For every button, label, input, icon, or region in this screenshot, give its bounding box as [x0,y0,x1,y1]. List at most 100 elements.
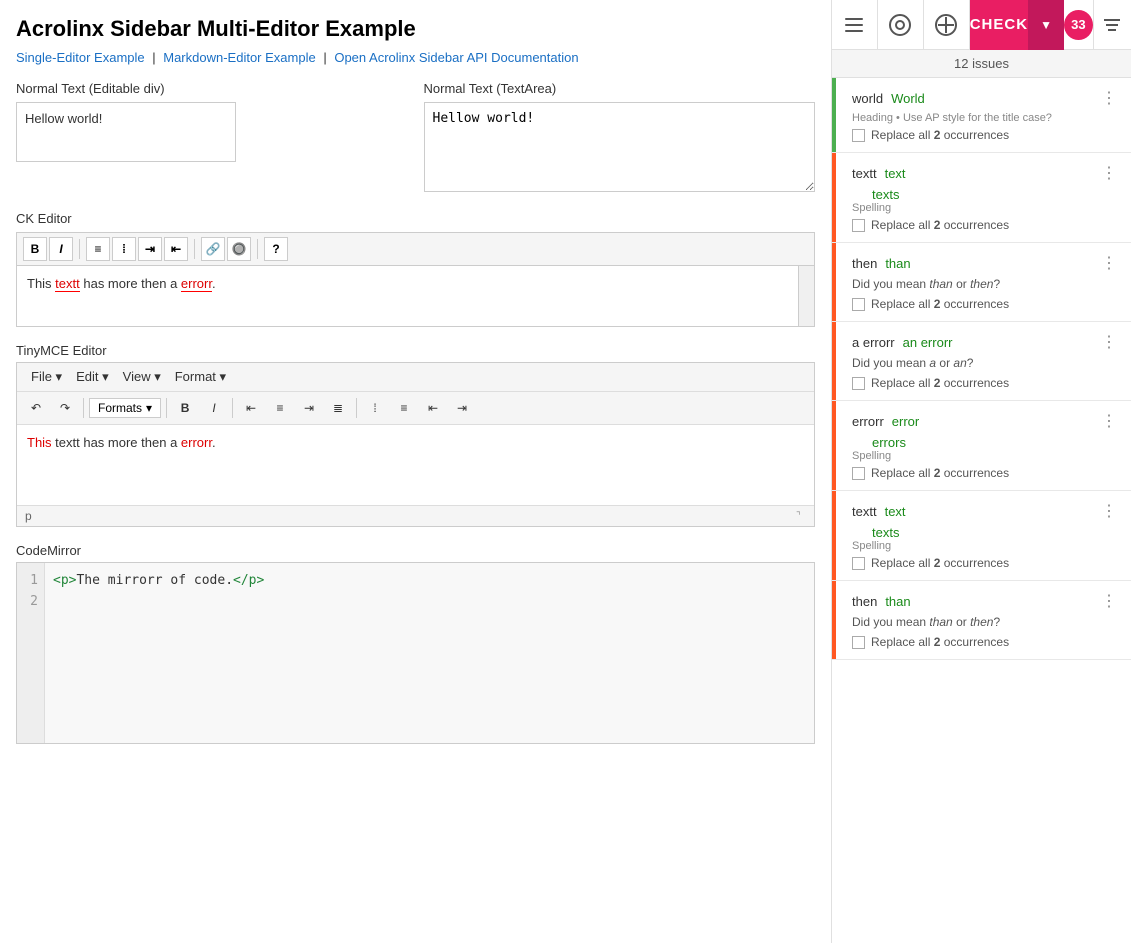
check-button[interactable]: CHECK [970,0,1028,50]
issue-action-3: Replace all 2 occurrences [852,297,1119,311]
issue-action-7: Replace all 2 occurrences [852,635,1119,649]
nav-markdown-editor[interactable]: Markdown-Editor Example [163,50,315,65]
check-dropdown-btn[interactable]: ▼ [1028,0,1064,50]
issue-checkbox-3[interactable] [852,298,865,311]
ckeditor-unlink-btn[interactable]: 🔘 [227,237,251,261]
sidebar: CHECK ▼ 33 12 issues world World ⋮ [831,0,1131,943]
codemirror-lines[interactable]: <p>The mirrorr of code.</p> [45,563,272,743]
tinymce-statusbar: p ⌝ [17,505,814,526]
issue-more-btn-1[interactable]: ⋮ [1099,88,1119,108]
issue-header-5: errorr error ⋮ [852,411,1119,431]
tinymce-path: p [25,509,32,523]
nav-single-editor[interactable]: Single-Editor Example [16,50,145,65]
tinymce-italic-btn[interactable]: I [201,396,227,420]
issue-action-text-4: Replace all 2 occurrences [871,376,1009,390]
codemirror-body[interactable]: 1 2 <p>The mirrorr of code.</p> [17,563,814,743]
tinymce-menu-file[interactable]: File ▾ [25,367,68,387]
tinymce-undo-btn[interactable]: ↶ [23,396,49,420]
issue-action-1: Replace all 2 occurrences [852,128,1119,142]
issue-item-5[interactable]: errorr error ⋮ errors Spelling Replace a… [832,401,1131,491]
issues-list: world World ⋮ Heading • Use AP style for… [832,78,1131,943]
ckeditor-ol-btn[interactable]: ≡ [86,237,110,261]
issue-original-5: errorr [852,414,884,429]
issue-more-btn-6[interactable]: ⋮ [1099,501,1119,521]
issue-checkbox-7[interactable] [852,636,865,649]
issue-replacement-6: text [885,504,906,519]
issue-original-4: a errorr [852,335,895,350]
codemirror-line-1: <p>The mirrorr of code.</p> [53,571,264,592]
tinymce-indent-in-btn[interactable]: ⇥ [449,396,475,420]
issue-item-2[interactable]: textt text ⋮ texts Spelling Replace all … [832,153,1131,243]
filter-btn[interactable] [1093,0,1131,50]
issue-alt-2: texts [872,187,1119,202]
tinymce-align-justify-btn[interactable]: ≣ [325,396,351,420]
ck-separator-1 [79,239,80,259]
tinymce-redo-btn[interactable]: ↷ [52,396,78,420]
ck-separator-2 [194,239,195,259]
issue-header-2: textt text ⋮ [852,163,1119,183]
ckeditor-error-errorr: errorr [181,276,212,292]
ckeditor-scrollbar[interactable] [798,266,814,326]
tinymce-align-right-btn[interactable]: ⇥ [296,396,322,420]
issue-checkbox-6[interactable] [852,557,865,570]
issue-more-btn-3[interactable]: ⋮ [1099,253,1119,273]
nav-links: Single-Editor Example | Markdown-Editor … [16,50,815,65]
filter-icon [1104,19,1120,31]
issue-more-btn-4[interactable]: ⋮ [1099,332,1119,352]
sidebar-acrolinx-icon-2[interactable] [924,0,970,50]
ckeditor-indent-btn[interactable]: ⇥ [138,237,162,261]
tinymce-ol-btn[interactable]: ≡ [391,396,417,420]
issue-action-2: Replace all 2 occurrences [852,218,1119,232]
issue-checkbox-5[interactable] [852,467,865,480]
check-btn-group: CHECK ▼ [970,0,1064,50]
tinymce-sep-3 [232,398,233,418]
tinymce-menu-edit[interactable]: Edit ▾ [70,367,115,387]
issue-desc-7: Did you mean than or then? [852,615,1119,629]
tinymce-sep-1 [83,398,84,418]
issue-desc-4: Did you mean a or an? [852,356,1119,370]
codemirror-line-2 [53,592,264,613]
tinymce-align-center-btn[interactable]: ≡ [267,396,293,420]
issue-checkbox-1[interactable] [852,129,865,142]
normal-text-textarea-input[interactable]: Hellow world! [424,102,816,192]
issue-type-1: Heading • Use AP style for the title cas… [852,112,1119,124]
ckeditor-italic-btn[interactable]: I [49,237,73,261]
issue-checkbox-4[interactable] [852,377,865,390]
issue-bar-3 [832,243,836,321]
ckeditor-link-btn[interactable]: 🔗 [201,237,225,261]
ckeditor-bold-btn[interactable]: B [23,237,47,261]
issue-item-3[interactable]: then than ⋮ Did you mean than or then? R… [832,243,1131,322]
normal-text-editable-input[interactable]: Hellow world! [16,102,236,162]
issue-alt-5: errors [872,435,1119,450]
tinymce-ul-btn[interactable]: ⁞ [362,396,388,420]
tinymce-indent-out-btn[interactable]: ⇤ [420,396,446,420]
tinymce-bold-btn[interactable]: B [172,396,198,420]
codemirror-line-num-2: 2 [23,592,38,613]
acrolinx-logo-1 [888,13,912,37]
issue-item-7[interactable]: then than ⋮ Did you mean than or then? R… [832,581,1131,660]
issue-original-7: then [852,594,877,609]
issue-checkbox-2[interactable] [852,219,865,232]
issue-header-3: then than ⋮ [852,253,1119,273]
sidebar-menu-btn[interactable] [832,0,878,50]
tinymce-menu-format[interactable]: Format ▾ [169,367,232,387]
issue-more-btn-5[interactable]: ⋮ [1099,411,1119,431]
issue-original-2: textt [852,166,877,181]
nav-api-docs[interactable]: Open Acrolinx Sidebar API Documentation [334,50,578,65]
ckeditor-body[interactable]: This textt has more then a errorr. [17,266,814,326]
ckeditor-outdent-btn[interactable]: ⇤ [164,237,188,261]
ckeditor-help-btn[interactable]: ? [264,237,288,261]
issue-more-btn-2[interactable]: ⋮ [1099,163,1119,183]
tinymce-menu-view[interactable]: View ▾ [117,367,167,387]
issue-item-1[interactable]: world World ⋮ Heading • Use AP style for… [832,78,1131,153]
issue-more-btn-7[interactable]: ⋮ [1099,591,1119,611]
sidebar-acrolinx-icon-1[interactable] [878,0,924,50]
tinymce-body[interactable]: This textt has more then a errorr. [17,425,814,505]
tinymce-formats-btn[interactable]: Formats ▾ [89,398,161,418]
issue-item-6[interactable]: textt text ⋮ texts Spelling Replace all … [832,491,1131,581]
tinymce-resize[interactable]: ⌝ [796,511,806,521]
codemirror-label: CodeMirror [16,543,815,558]
issue-item-4[interactable]: a errorr an errorr ⋮ Did you mean a or a… [832,322,1131,401]
ckeditor-ul-btn[interactable]: ⁞ [112,237,136,261]
tinymce-align-left-btn[interactable]: ⇤ [238,396,264,420]
